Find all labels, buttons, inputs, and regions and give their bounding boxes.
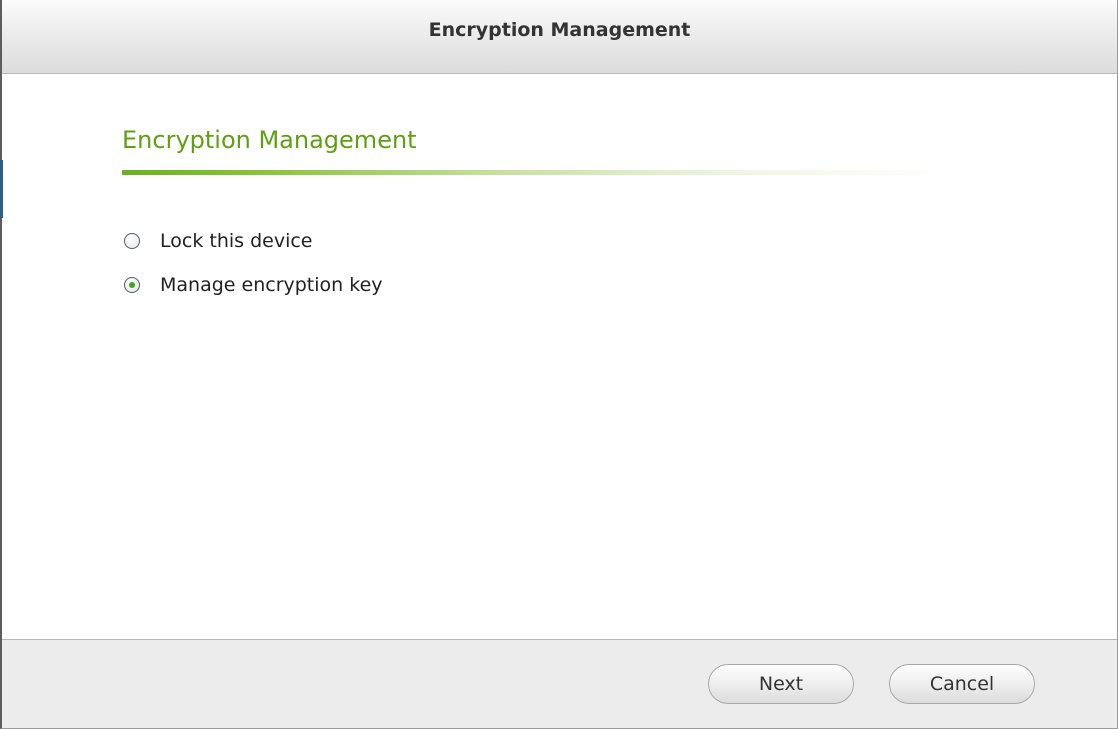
option-lock-device[interactable]: Lock this device [124,229,312,253]
option-manage-key[interactable]: Manage encryption key [124,273,383,297]
next-button[interactable]: Next [708,664,854,704]
lock-device-radio[interactable] [124,233,140,249]
title-bar: Encryption Management [2,0,1117,74]
left-edge-accent [0,160,3,218]
dialog-content: Encryption Management Lock this device M… [0,74,1117,639]
lock-device-label[interactable]: Lock this device [160,230,312,252]
manage-key-radio[interactable] [124,277,140,293]
window-title: Encryption Management [428,19,691,41]
section-title: Encryption Management [122,126,417,154]
encryption-management-dialog: Encryption Management Encryption Managem… [0,0,1118,729]
cancel-button[interactable]: Cancel [889,664,1035,704]
dialog-footer: Next Cancel [2,639,1117,728]
section-divider [122,170,942,175]
manage-key-label[interactable]: Manage encryption key [160,274,383,296]
